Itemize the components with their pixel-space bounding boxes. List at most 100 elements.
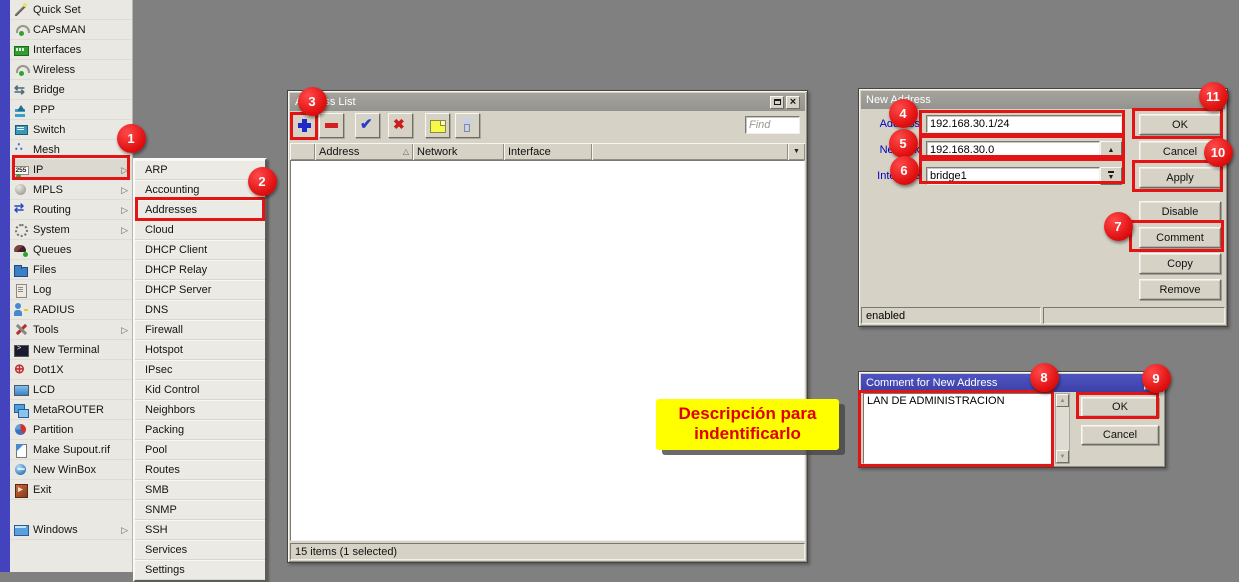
sidebar-item-lcd[interactable]: LCD	[10, 380, 132, 400]
log-icon	[13, 282, 29, 298]
submenu-item-smb[interactable]: SMB	[135, 480, 265, 500]
filter-button[interactable]	[455, 113, 480, 138]
submenu-item-label: Packing	[145, 424, 184, 436]
sidebar-item-system[interactable]: System▷	[10, 220, 132, 240]
submenu-item-addresses[interactable]: Addresses	[135, 200, 265, 220]
metarouter-icon	[13, 402, 29, 418]
sidebar-item-dot1x[interactable]: Dot1X	[10, 360, 132, 380]
sidebar-item-windows[interactable]: Windows▷	[10, 520, 132, 540]
new-address-window: New Address Address:192.168.30.1/24Netwo…	[858, 88, 1228, 327]
sidebar-item-tools[interactable]: Tools▷	[10, 320, 132, 340]
maximize-icon[interactable]	[1144, 377, 1158, 390]
submenu-arrow-icon: ▷	[121, 185, 132, 196]
remove-button[interactable]: Remove	[1139, 279, 1221, 300]
column-select-icon[interactable]: ▼	[788, 143, 805, 160]
submenu-item-hotspot[interactable]: Hotspot	[135, 340, 265, 360]
sidebar-item-wireless[interactable]: Wireless	[10, 60, 132, 80]
scroll-up-icon[interactable]: ▲	[1056, 394, 1069, 407]
sidebar-item-log[interactable]: Log	[10, 280, 132, 300]
sidebar-item-mesh[interactable]: Mesh	[10, 140, 132, 160]
submenu-item-dhcp-server[interactable]: DHCP Server	[135, 280, 265, 300]
sidebar-item-quick-set[interactable]: Quick Set	[10, 0, 132, 20]
submenu-item-neighbors[interactable]: Neighbors	[135, 400, 265, 420]
sidebar-item-queues[interactable]: Queues	[10, 240, 132, 260]
comment-titlebar[interactable]: Comment for New Address	[861, 374, 1163, 392]
submenu-item-dns[interactable]: DNS	[135, 300, 265, 320]
sidebar-item-metarouter[interactable]: MetaROUTER	[10, 400, 132, 420]
submenu-item-dhcp-client[interactable]: DHCP Client	[135, 240, 265, 260]
enable-icon	[359, 117, 376, 134]
spin-up-icon[interactable]: ▲	[1100, 141, 1122, 159]
sidebar-item-files[interactable]: Files	[10, 260, 132, 280]
comment-cancel-button[interactable]: Cancel	[1081, 425, 1159, 445]
address-input[interactable]: 192.168.30.1/24	[926, 115, 1122, 133]
submenu-item-dhcp-relay[interactable]: DHCP Relay	[135, 260, 265, 280]
sidebar-item-partition[interactable]: Partition	[10, 420, 132, 440]
column-header-interface[interactable]: Interface	[504, 143, 592, 160]
submenu-item-pool[interactable]: Pool	[135, 440, 265, 460]
sidebar-item-new-winbox[interactable]: New WinBox	[10, 460, 132, 480]
ok-button[interactable]: OK	[1139, 114, 1221, 135]
submenu-item-packing[interactable]: Packing	[135, 420, 265, 440]
maximize-icon[interactable]	[1206, 94, 1220, 107]
maximize-icon[interactable]	[770, 96, 784, 109]
comment-ok-button[interactable]: OK	[1081, 397, 1159, 417]
submenu-item-cloud[interactable]: Cloud	[135, 220, 265, 240]
comment-textarea[interactable]: LAN DE ADMINISTRACION	[863, 393, 1053, 464]
add-button[interactable]	[292, 113, 317, 138]
sidebar-item-label: Quick Set	[33, 4, 81, 16]
mpls-icon	[13, 182, 29, 198]
sidebar-item-ip[interactable]: 255IP▷	[10, 160, 132, 180]
copy-button[interactable]: Copy	[1139, 253, 1221, 274]
disable-button[interactable]	[388, 113, 413, 138]
disable-button[interactable]: Disable	[1139, 201, 1221, 222]
submenu-item-kid-control[interactable]: Kid Control	[135, 380, 265, 400]
submenu-arrow-icon: ▷	[121, 325, 132, 336]
sidebar-item-capsman[interactable]: CAPsMAN	[10, 20, 132, 40]
scroll-down-icon[interactable]: ▼	[1056, 450, 1069, 463]
sidebar-item-bridge[interactable]: Bridge	[10, 80, 132, 100]
sidebar-item-radius[interactable]: RADIUS	[10, 300, 132, 320]
lcd-icon	[13, 382, 29, 398]
submenu-item-firewall[interactable]: Firewall	[135, 320, 265, 340]
submenu-item-ssh[interactable]: SSH	[135, 520, 265, 540]
cancel-button[interactable]: Cancel	[1139, 141, 1221, 162]
find-input[interactable]	[745, 116, 800, 134]
sidebar-item-switch[interactable]: Switch	[10, 120, 132, 140]
submenu-item-settings[interactable]: Settings	[135, 560, 265, 580]
submenu-item-arp[interactable]: ARP	[135, 160, 265, 180]
address-list-area[interactable]	[290, 160, 805, 541]
column-header-network[interactable]: Network	[413, 143, 504, 160]
comment-button[interactable]	[425, 113, 450, 138]
apply-button[interactable]: Apply	[1139, 167, 1221, 188]
sidebar-item-interfaces[interactable]: Interfaces	[10, 40, 132, 60]
column-header-address[interactable]: Address△	[315, 143, 413, 160]
network-label: Network:	[861, 141, 923, 159]
submenu-item-accounting[interactable]: Accounting	[135, 180, 265, 200]
submenu-item-services[interactable]: Services	[135, 540, 265, 560]
comment-button[interactable]: Comment	[1139, 227, 1221, 248]
submenu-item-label: Addresses	[145, 204, 197, 216]
submenu-item-ipsec[interactable]: IPsec	[135, 360, 265, 380]
remove-button[interactable]	[319, 113, 344, 138]
address-list-titlebar[interactable]: Address List ×	[290, 93, 805, 111]
sidebar-item-exit[interactable]: Exit	[10, 480, 132, 500]
sidebar-item-mpls[interactable]: MPLS▷	[10, 180, 132, 200]
sidebar-item-make-supout-rif[interactable]: Make Supout.rif	[10, 440, 132, 460]
close-icon[interactable]: ×	[786, 96, 800, 109]
sidebar-item-new-terminal[interactable]: New Terminal	[10, 340, 132, 360]
submenu-item-routes[interactable]: Routes	[135, 460, 265, 480]
enable-button[interactable]	[355, 113, 380, 138]
status-cell-left: enabled	[861, 307, 1041, 324]
comment-scrollbar[interactable]: ▲ ▼	[1055, 393, 1070, 464]
sidebar-item-ppp[interactable]: PPP	[10, 100, 132, 120]
interface-dropdown-button[interactable]: ▼	[1100, 167, 1122, 185]
network-input[interactable]: 192.168.30.0	[926, 141, 1100, 159]
sidebar-item-routing[interactable]: Routing▷	[10, 200, 132, 220]
sidebar-item-label: System	[33, 224, 70, 236]
interface-input[interactable]: bridge1	[926, 167, 1100, 185]
submenu-item-snmp[interactable]: SNMP	[135, 500, 265, 520]
column-header-blank[interactable]	[290, 143, 315, 160]
new-address-titlebar[interactable]: New Address	[861, 91, 1225, 109]
column-header-blank[interactable]	[592, 143, 788, 160]
